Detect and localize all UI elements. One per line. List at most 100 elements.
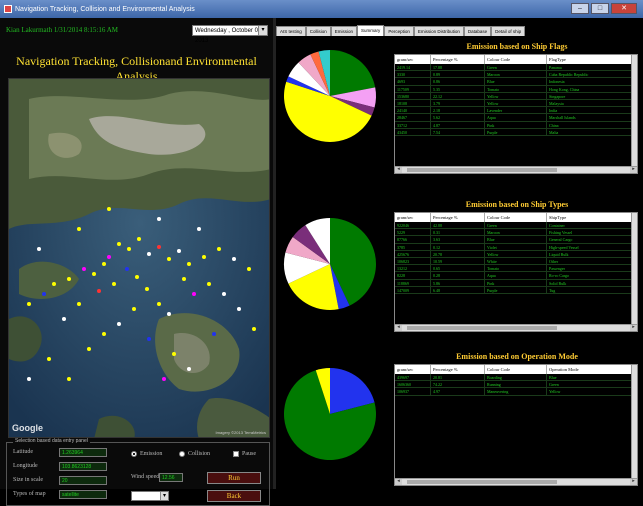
left-pane: Kian Lakurmath 1/31/2014 8:15:16 AM Wedn… [0,18,273,506]
table-cell: Hong Kong, China [547,85,637,92]
table-row[interactable]: 106823 10.59 White Other [395,257,637,266]
date-picker[interactable]: Wednesday , October 02, 2013 ▾ [192,25,268,44]
table-cell: Cuba Republic Republic [547,71,637,78]
column-header[interactable]: Percentage % [431,55,485,64]
column-header[interactable]: gram/sec [395,55,431,64]
chevron-down-icon[interactable]: ▾ [160,492,168,500]
scroll-right-icon[interactable]: ▸ [630,479,637,485]
table-cell: 4693 [395,78,431,85]
horizontal-scrollbar[interactable]: ◂ ▸ [395,166,637,173]
latitude-field[interactable]: 1.263964 [59,448,107,457]
wind-speed-label: Wind speed [131,474,160,480]
table-row[interactable]: 87766 3.63 Blue General Cargo [395,236,637,244]
scroll-left-icon[interactable]: ◂ [395,479,402,485]
longitude-field[interactable]: 103.8623128 [59,462,107,471]
scroll-left-icon[interactable]: ◂ [395,167,402,173]
horizontal-scrollbar[interactable]: ◂ ▸ [395,478,637,485]
tab-emission[interactable]: Emission [330,26,358,36]
table-row[interactable]: 439697 20.81 Boarding Blue [395,374,637,382]
table-cell: 0.12 [431,243,485,250]
scroll-left-icon[interactable]: ◂ [395,325,402,331]
table-row[interactable]: 18108 3.79 Yellow Malaysia [395,99,637,108]
minimize-button[interactable]: – [571,3,589,14]
size-field[interactable]: 20 [59,476,107,485]
table-cell: 4.97 [431,388,485,395]
scroll-thumb[interactable] [407,326,557,330]
table-cell: Tomato [485,85,547,92]
table-row[interactable]: 13212 0.65 Tomato Passenger [395,265,637,273]
scroll-thumb[interactable] [407,168,557,172]
scroll-right-icon[interactable]: ▸ [630,325,637,331]
column-header[interactable]: Colour Code [485,365,547,374]
table-row[interactable]: 43450 7.54 Purple Malta [395,128,637,136]
column-header[interactable]: Colour Code [485,213,547,222]
column-header[interactable]: gram/sec [395,365,431,374]
pause-checkbox[interactable]: Pause [233,451,256,457]
table-cell: Malta [547,128,637,135]
table-row[interactable]: 3330 0.89 Maroon Cuba Republic Republic [395,71,637,79]
vertical-scrollbar[interactable] [631,213,637,324]
satellite-map[interactable]: Google Imagery ©2013 TerraMetrics [8,78,270,438]
table-row[interactable]: 8228 0.28 Aqua Ro-ro Cargo [395,272,637,280]
table-cell: Maroon [485,229,547,236]
wind-speed-field[interactable]: 12.56 [159,473,183,482]
collision-radio[interactable]: Collision [179,451,210,457]
table-header: gram/sec Percentage % Colour Code Operation… [395,365,637,374]
table-cell: Blue [485,236,547,243]
maximize-button[interactable]: □ [591,3,609,14]
table-row[interactable]: 106937 4.97 Maneuvering Yellow [395,388,637,396]
table-cell: 0.31 [431,229,485,236]
tab-ais-testing[interactable]: AIS testing [276,26,306,36]
close-button[interactable]: ✕ [611,3,637,14]
scroll-thumb[interactable] [407,480,557,484]
table-cell: 3785 [395,243,431,250]
column-header[interactable]: gram/sec [395,213,431,222]
table-cell: Boarding [485,374,547,381]
table-cell: 153680 [395,92,431,99]
table-cell: Pink [485,279,547,286]
table-cell: Green [485,222,547,229]
user-timestamp: Kian Lakurmath 1/31/2014 8:15:16 AM [6,26,118,34]
run-button[interactable]: Run [207,472,261,484]
column-header[interactable]: ShipType [547,213,637,222]
table-row[interactable]: 3785 0.12 Violet High-speed Vessel [395,243,637,251]
column-header[interactable]: FlagType [547,55,637,64]
table-row[interactable]: 117509 5.35 Tomato Hong Kong, China [395,85,637,93]
tab-perception[interactable]: Perception [384,26,414,36]
scroll-right-icon[interactable]: ▸ [630,167,637,173]
table-row[interactable]: 33712 4.87 Pink China [395,121,637,129]
table-row[interactable]: 5229 0.31 Maroon Fishing Vessel [395,229,637,237]
vertical-scrollbar[interactable] [631,55,637,166]
tab-summary[interactable]: Summary [357,25,385,36]
table-cell: 147009 [395,286,431,293]
table-row[interactable]: 24140 2.18 Lavender India [395,107,637,115]
table-row[interactable]: 147009 6.48 Purple Tug [395,286,637,294]
latitude-label: Latitude [13,449,33,455]
chevron-down-icon[interactable]: ▾ [258,26,267,35]
tab-detail-of-ship[interactable]: Detail of ship [491,26,526,36]
table-row[interactable]: 922046 42.88 Green Container [395,222,637,230]
table-cell: Maroon [485,71,547,78]
table-row[interactable]: 425676 20.78 Yellow Liquid Bulk [395,250,637,258]
back-button[interactable]: Back [207,490,261,502]
table-row[interactable]: 1606360 74.22 Running Green [395,381,637,389]
tab-collision[interactable]: Collision [305,26,331,36]
vertical-scrollbar[interactable] [631,365,637,478]
tab-emission-distribution[interactable]: Emission Distribution [413,26,464,36]
icon-combo-box[interactable]: ▾ [131,491,169,501]
column-header[interactable]: Colour Code [485,55,547,64]
table-cell: 87766 [395,236,431,243]
column-header[interactable]: Operation Mode [547,365,637,374]
emission-radio[interactable]: Emission [131,451,162,457]
table-row[interactable]: 28467 5.62 Aqua Marshall Islands [395,114,637,122]
table-operation: gram/sec Percentage % Colour Code Operation… [394,364,638,486]
column-header[interactable]: Percentage % [431,365,485,374]
horizontal-scrollbar[interactable]: ◂ ▸ [395,324,637,331]
table-row[interactable]: 4693 0.86 Blue Indonesia [395,78,637,86]
map-type-field[interactable]: satellite [59,490,107,499]
table-row[interactable]: 2419.14 17.88 Green Panama [395,64,637,72]
table-row[interactable]: 153680 22.12 Yellow Singapore [395,92,637,100]
tab-database[interactable]: Database [463,26,492,36]
column-header[interactable]: Percentage % [431,213,485,222]
table-row[interactable]: 118869 5.86 Pink Solid Bulk [395,279,637,287]
